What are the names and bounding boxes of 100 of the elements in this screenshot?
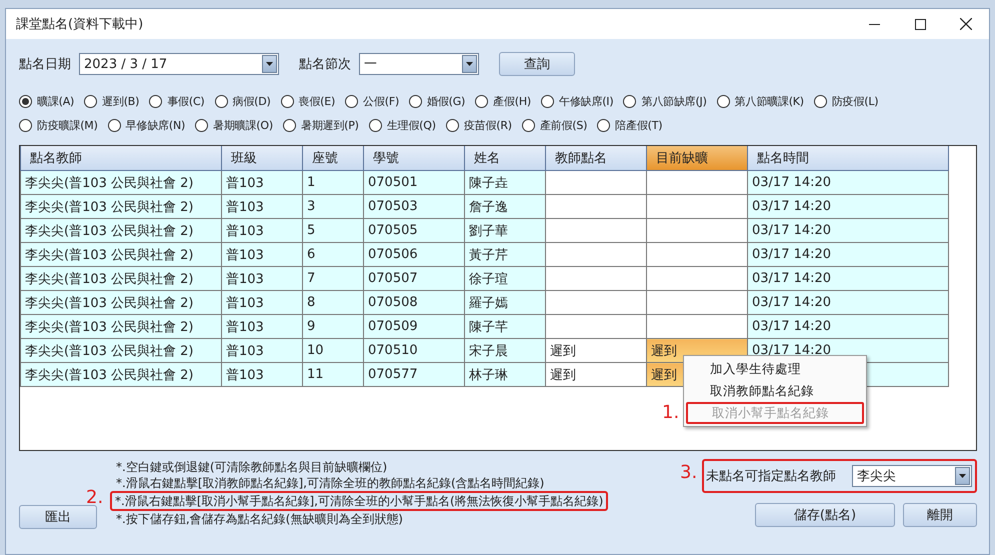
table-cell: 1 [302, 170, 364, 194]
caret-icon [959, 474, 966, 478]
column-header[interactable]: 目前缺曠 [646, 146, 748, 170]
radio-option[interactable]: 公假(F) [345, 94, 400, 108]
radio-option[interactable]: 防疫曠課(M) [19, 118, 98, 132]
radio-option[interactable]: 產假(H) [475, 94, 532, 108]
query-button[interactable]: 查詢 [499, 52, 575, 76]
save-button[interactable]: 儲存(點名) [755, 503, 895, 527]
radio-button[interactable] [282, 118, 296, 132]
table-cell: 03/17 14:20 [748, 242, 948, 266]
table-cell: 普103 [222, 194, 302, 218]
table-cell: 李尖尖(普103 公民與社會 2) [20, 338, 222, 362]
table-cell: 李尖尖(普103 公民與社會 2) [20, 170, 222, 194]
table-cell: 李尖尖(普103 公民與社會 2) [20, 314, 222, 338]
radio-button[interactable] [84, 94, 98, 108]
radio-button[interactable] [814, 94, 827, 108]
table-cell: 9 [302, 314, 364, 338]
table-cell: 7 [302, 266, 364, 290]
export-button[interactable]: 匯出 [19, 505, 97, 529]
column-header[interactable]: 點名時間 [748, 146, 948, 170]
note-text: *.空白鍵或倒退鍵(可清除教師點名與目前缺曠欄位) [115, 459, 388, 475]
table-cell: 03/17 14:20 [748, 314, 948, 338]
radio-option[interactable]: 婚假(G) [409, 94, 466, 108]
table-cell: 5 [302, 218, 364, 242]
radio-button[interactable] [623, 94, 636, 108]
annotation-number: 1. [662, 402, 680, 423]
radio-option[interactable]: 產前假(S) [522, 118, 588, 132]
exit-button[interactable]: 離開 [903, 503, 977, 527]
column-header[interactable]: 班級 [222, 146, 302, 170]
dropdown-button[interactable] [955, 467, 970, 485]
table-cell: 070509 [364, 314, 464, 338]
column-header[interactable]: 學號 [364, 146, 464, 170]
radio-button[interactable] [280, 94, 294, 108]
radio-button[interactable] [19, 94, 32, 108]
period-dropdown[interactable]: 一 [359, 53, 479, 75]
radio-option[interactable]: 第八節缺席(J) [623, 94, 707, 108]
radio-button[interactable] [368, 118, 382, 132]
radio-option[interactable]: 病假(D) [214, 94, 271, 108]
teacher-dropdown[interactable]: 李尖尖 [852, 465, 972, 487]
radio-button[interactable] [475, 94, 488, 108]
table-cell: 李尖尖(普103 公民與社會 2) [20, 194, 222, 218]
radio-button[interactable] [541, 94, 554, 108]
radio-option[interactable]: 曠課(A) [19, 94, 74, 108]
dropdown-button[interactable] [262, 55, 277, 73]
caret-icon [466, 62, 473, 66]
column-header[interactable]: 座號 [302, 146, 364, 170]
radio-button[interactable] [108, 118, 121, 132]
radio-button[interactable] [597, 118, 610, 132]
column-header[interactable]: 點名教師 [20, 146, 222, 170]
radio-option[interactable]: 午修缺席(I) [541, 94, 614, 108]
radio-button[interactable] [409, 94, 422, 108]
table-cell: 03/17 14:20 [748, 170, 948, 194]
date-label: 點名日期 [19, 56, 71, 73]
date-picker[interactable]: 2023 / 3 / 17 [79, 53, 279, 75]
radio-button[interactable] [214, 94, 228, 108]
note-text: *.按下儲存鈕,會儲存為點名紀錄(無缺曠則為全到狀態) [115, 511, 404, 527]
column-header[interactable]: 姓名 [464, 146, 546, 170]
table-cell: 070507 [364, 266, 464, 290]
annotation-number: 3. [680, 462, 698, 483]
table-cell: 普103 [222, 266, 302, 290]
close-icon[interactable] [960, 18, 972, 30]
radio-option[interactable]: 陪產假(T) [597, 118, 662, 132]
period-label: 點名節次 [299, 56, 351, 73]
radio-option[interactable]: 喪假(E) [280, 94, 336, 108]
table-cell: 劉子華 [464, 218, 546, 242]
annotation-number: 2. [86, 487, 104, 508]
radio-option[interactable]: 暑期曠課(O) [195, 118, 273, 132]
radio-option[interactable]: 第八節曠課(K) [716, 94, 804, 108]
note-text: *.滑鼠右鍵點擊[取消教師點名紀錄],可清除全班的教師點名紀錄(含點名時間紀錄) [115, 475, 546, 491]
note-text: *.滑鼠右鍵點擊[取消小幫手點名紀錄],可清除全班的小幫手點名(將無法恢復小幫手點名紀錄) [110, 491, 608, 511]
table-cell: 070577 [364, 362, 464, 386]
radio-button[interactable] [149, 94, 162, 108]
dropdown-button[interactable] [462, 55, 477, 73]
radio-button[interactable] [345, 94, 358, 108]
radio-button[interactable] [19, 118, 32, 132]
table-cell: 徐子瑄 [464, 266, 546, 290]
table-cell: 03/17 14:20 [748, 218, 948, 242]
table-cell: 陳子垚 [464, 170, 546, 194]
table-cell: 普103 [222, 338, 302, 362]
table-cell: 070505 [364, 218, 464, 242]
radio-button[interactable] [195, 118, 208, 132]
table-cell: 李尖尖(普103 公民與社會 2) [20, 218, 222, 242]
column-header[interactable]: 教師點名 [546, 146, 646, 170]
table-cell: 遲到 [546, 362, 646, 386]
radio-option[interactable]: 防疫假(L) [814, 94, 878, 108]
table-cell: 03/17 14:20 [748, 290, 948, 314]
radio-option[interactable]: 疫苗假(R) [446, 118, 512, 132]
radio-option[interactable]: 事假(C) [149, 94, 205, 108]
table-cell: 詹子逸 [464, 194, 546, 218]
radio-option[interactable]: 暑期遲到(P) [282, 118, 359, 132]
maximize-icon[interactable] [914, 18, 926, 30]
radio-option[interactable]: 遲到(B) [84, 94, 140, 108]
radio-option[interactable]: 早修缺席(N) [108, 118, 186, 132]
table-cell: 李尖尖(普103 公民與社會 2) [20, 362, 222, 386]
radio-button[interactable] [522, 118, 535, 132]
radio-button[interactable] [716, 94, 730, 108]
table-cell: 3 [302, 194, 364, 218]
radio-option[interactable]: 生理假(Q) [368, 118, 436, 132]
table-cell: 普103 [222, 362, 302, 386]
radio-button[interactable] [446, 118, 459, 132]
